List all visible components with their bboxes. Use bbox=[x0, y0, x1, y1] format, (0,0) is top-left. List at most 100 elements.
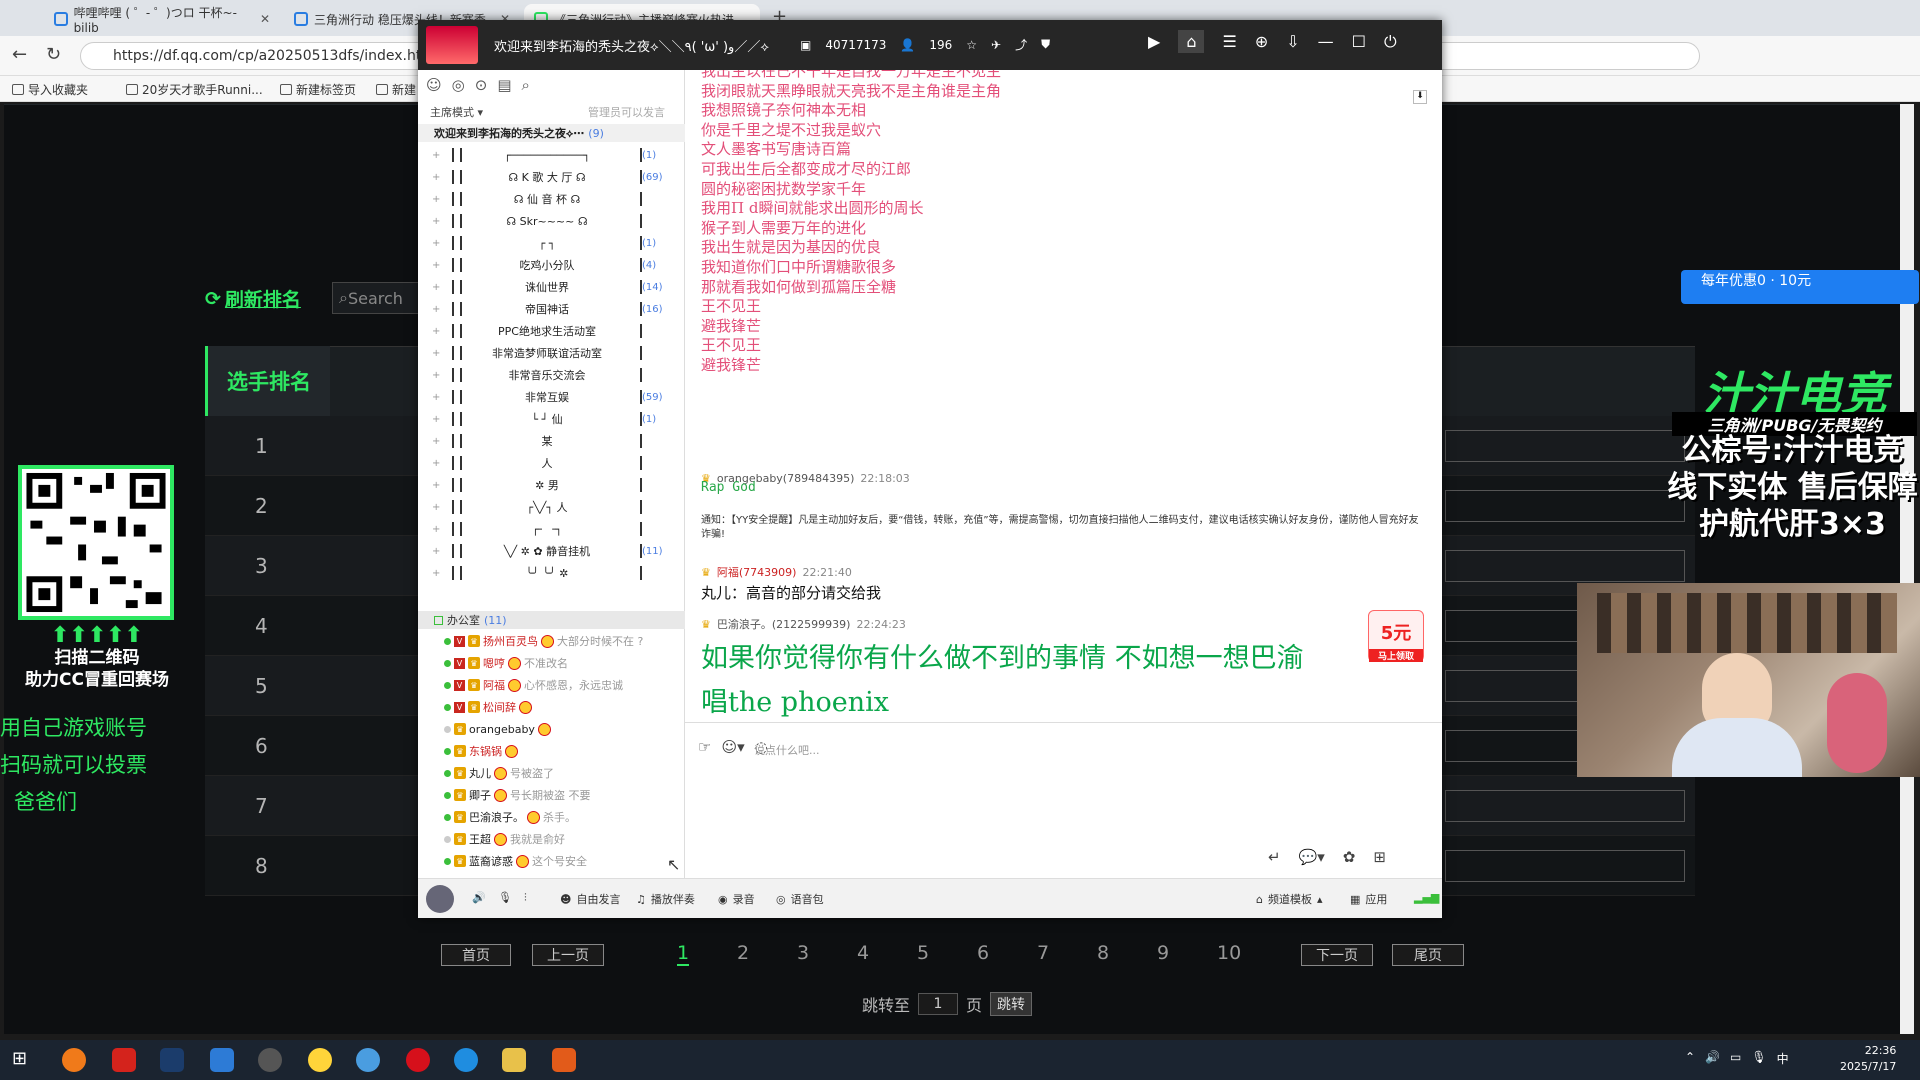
channel-item[interactable]: + 人 bbox=[418, 452, 685, 474]
promo-coupon[interactable]: 5元 马上领取 bbox=[1368, 610, 1424, 662]
channel-item[interactable]: + 吃鸡小分队 (4) bbox=[418, 254, 685, 276]
channel-item[interactable]: + ☊ K 歌 大 厅 ☊ (69) bbox=[418, 166, 685, 188]
page-number[interactable]: 2 bbox=[737, 942, 749, 964]
channel-item[interactable]: + ☊ 仙 音 杯 ☊ bbox=[418, 188, 685, 210]
vote-box[interactable] bbox=[1445, 490, 1685, 522]
expand-icon[interactable]: + bbox=[432, 172, 444, 183]
first-page-button[interactable]: 首页 bbox=[441, 944, 511, 966]
tab-bilibili[interactable]: 哔哩哔哩 ( ゜- ゜)つロ 干杯~-bilib ✕ bbox=[44, 4, 280, 35]
location-icon[interactable]: ⊙ bbox=[475, 76, 488, 94]
page-jump-input[interactable]: 1 bbox=[918, 993, 959, 1015]
channel-item[interactable]: + ☊ Skr~~~~ ☊ bbox=[418, 210, 685, 232]
channel-item[interactable]: + PPC绝地求生活动室 bbox=[418, 320, 685, 342]
firefox-icon[interactable] bbox=[62, 1048, 86, 1072]
user-item[interactable]: ♛ orangebaby bbox=[418, 718, 685, 740]
user-item[interactable]: ♛ 巴渝浪子。 杀手。 bbox=[418, 806, 685, 828]
user-item[interactable]: V ♛ 嗯哼 不准改名 bbox=[418, 652, 685, 674]
app-circle-icon[interactable] bbox=[308, 1048, 332, 1072]
user-item[interactable]: V ♛ 扬州百灵鸟 大部分时候不在 ? bbox=[418, 630, 685, 652]
page-number[interactable]: 4 bbox=[857, 942, 869, 964]
expand-icon[interactable]: + bbox=[432, 414, 444, 425]
video-icon[interactable]: ▶ bbox=[1148, 32, 1160, 51]
shield-icon[interactable]: ⛊ bbox=[1041, 37, 1050, 52]
home-icon[interactable]: ⌂ bbox=[1178, 30, 1205, 53]
plane-icon[interactable]: ✈ bbox=[991, 38, 1001, 52]
expand-icon[interactable]: + bbox=[432, 370, 444, 381]
channel-item[interactable]: + 非常互娱 (59) bbox=[418, 386, 685, 408]
channel-template-button[interactable]: ⌂ 频道模板 ▴ bbox=[1256, 891, 1323, 907]
free-speak-button[interactable]: ☻ 自由发言 bbox=[560, 891, 620, 907]
refresh-rank-button[interactable]: ⟳ 刷新排名 bbox=[205, 285, 301, 312]
user-icon[interactable]: ☺ bbox=[426, 76, 442, 94]
expand-icon[interactable]: + bbox=[432, 304, 444, 315]
page-number[interactable]: 10 bbox=[1217, 942, 1241, 964]
expand-icon[interactable]: + bbox=[432, 436, 444, 447]
vote-box[interactable] bbox=[1445, 550, 1685, 582]
accompaniment-button[interactable]: ♫ 播放伴奏 bbox=[636, 891, 695, 907]
flower-icon[interactable]: ✿ bbox=[1343, 848, 1356, 866]
root-channel[interactable]: 欢迎来到李拓海的秃头之夜⟡⋯ (9) bbox=[418, 124, 685, 142]
page-number[interactable]: 3 bbox=[797, 942, 809, 964]
reload-icon[interactable]: ↻ bbox=[46, 44, 61, 65]
share-icon[interactable]: ⤴ bbox=[1015, 36, 1027, 53]
bubble-icon[interactable]: 💬▾ bbox=[1299, 848, 1325, 866]
channel-item[interactable]: + 某 bbox=[418, 430, 685, 452]
star-icon[interactable]: ☆ bbox=[966, 38, 977, 52]
mic-tray-icon[interactable]: 🎙 bbox=[1751, 1050, 1766, 1067]
record-button[interactable]: ◉ 录音 bbox=[718, 891, 755, 907]
expand-icon[interactable]: + bbox=[432, 282, 444, 293]
yy-icon[interactable] bbox=[502, 1048, 526, 1072]
expand-icon[interactable]: + bbox=[432, 392, 444, 403]
network-icon[interactable]: ▭ bbox=[1730, 1050, 1741, 1067]
expand-icon[interactable]: + bbox=[432, 238, 444, 249]
jump-button[interactable]: 跳转 bbox=[990, 992, 1033, 1016]
channel-item[interactable]: + ╰╯ ╰╯ ✲ bbox=[418, 562, 685, 584]
expand-icon[interactable]: + bbox=[432, 502, 444, 513]
vote-box[interactable] bbox=[1445, 430, 1685, 462]
ime-indicator[interactable]: 中 bbox=[1777, 1050, 1789, 1067]
user-item[interactable]: ♛ 丸儿 号被盗了 bbox=[418, 762, 685, 784]
windows-start-icon[interactable]: ⊞ bbox=[12, 1048, 36, 1072]
clock[interactable]: 22:36 2025/7/17 bbox=[1840, 1043, 1896, 1075]
channel-item[interactable]: + ┌───────────┐ (1) bbox=[418, 144, 685, 166]
channel-item[interactable]: + 非常造梦师联谊活动室 bbox=[418, 342, 685, 364]
gesture-icon[interactable]: ☞ bbox=[698, 738, 711, 756]
bookmark-new[interactable]: 新建 bbox=[376, 81, 416, 98]
expand-icon[interactable]: + bbox=[432, 546, 444, 557]
list-icon[interactable]: ☰ bbox=[1222, 32, 1236, 51]
expand-icon[interactable]: + bbox=[432, 260, 444, 271]
expand-icon[interactable]: + bbox=[432, 194, 444, 205]
scroll-down-icon[interactable]: ⬇ bbox=[1413, 90, 1427, 104]
chevron-up-icon[interactable]: ⌃ bbox=[1685, 1050, 1695, 1067]
power-icon[interactable]: ⏻ bbox=[1384, 32, 1397, 52]
vote-box[interactable] bbox=[1445, 790, 1685, 822]
mixer-icon[interactable]: ⫶ bbox=[524, 891, 527, 905]
page-number[interactable]: 9 bbox=[1157, 942, 1169, 964]
expand-icon[interactable]: + bbox=[432, 568, 444, 579]
channel-item[interactable]: + └ ┘ 仙 (1) bbox=[418, 408, 685, 430]
speaker-icon[interactable]: 🔊 bbox=[472, 891, 486, 904]
channel-item[interactable]: + 非常音乐交流会 bbox=[418, 364, 685, 386]
board-icon[interactable]: ▤ bbox=[497, 76, 511, 94]
enter-icon[interactable]: ↵ bbox=[1268, 848, 1281, 866]
bookmark-newtab[interactable]: 新建标签页 bbox=[280, 81, 356, 98]
mode-select[interactable]: 主席模式 ▾ bbox=[430, 104, 483, 120]
volume-icon[interactable]: 🔊 bbox=[1705, 1050, 1720, 1067]
promo-banner[interactable]: 每年优惠0 · 10元 bbox=[1681, 270, 1919, 304]
apps-button[interactable]: ▦ 应用 bbox=[1350, 891, 1387, 907]
channel-item[interactable]: + ┌ ┐ (1) bbox=[418, 232, 685, 254]
user-item[interactable]: ♛ 王超 我就是俞好 bbox=[418, 828, 685, 850]
mic-icon[interactable]: ◎ bbox=[452, 76, 465, 94]
back-icon[interactable]: ← bbox=[12, 44, 27, 65]
microphone-icon[interactable]: 🎙 bbox=[498, 891, 512, 904]
vote-box[interactable] bbox=[1445, 850, 1685, 882]
user-item[interactable]: V ♛ 阿福 心怀感恩，永远忠诚 bbox=[418, 674, 685, 696]
search-icon[interactable]: ⌕ bbox=[522, 76, 530, 94]
next-page-button[interactable]: 下一页 bbox=[1301, 944, 1373, 966]
close-tab-icon[interactable]: ✕ bbox=[260, 12, 270, 26]
bookmark-runni[interactable]: 20岁天才歌手Runni... bbox=[126, 81, 263, 98]
voice-pack-button[interactable]: ◎ 语音包 bbox=[776, 891, 824, 907]
page-scrollbar[interactable] bbox=[1900, 104, 1914, 1034]
emoji-icon[interactable]: ☺▾ bbox=[721, 738, 744, 756]
user-item[interactable]: ♛ 东锅锅 bbox=[418, 740, 685, 762]
